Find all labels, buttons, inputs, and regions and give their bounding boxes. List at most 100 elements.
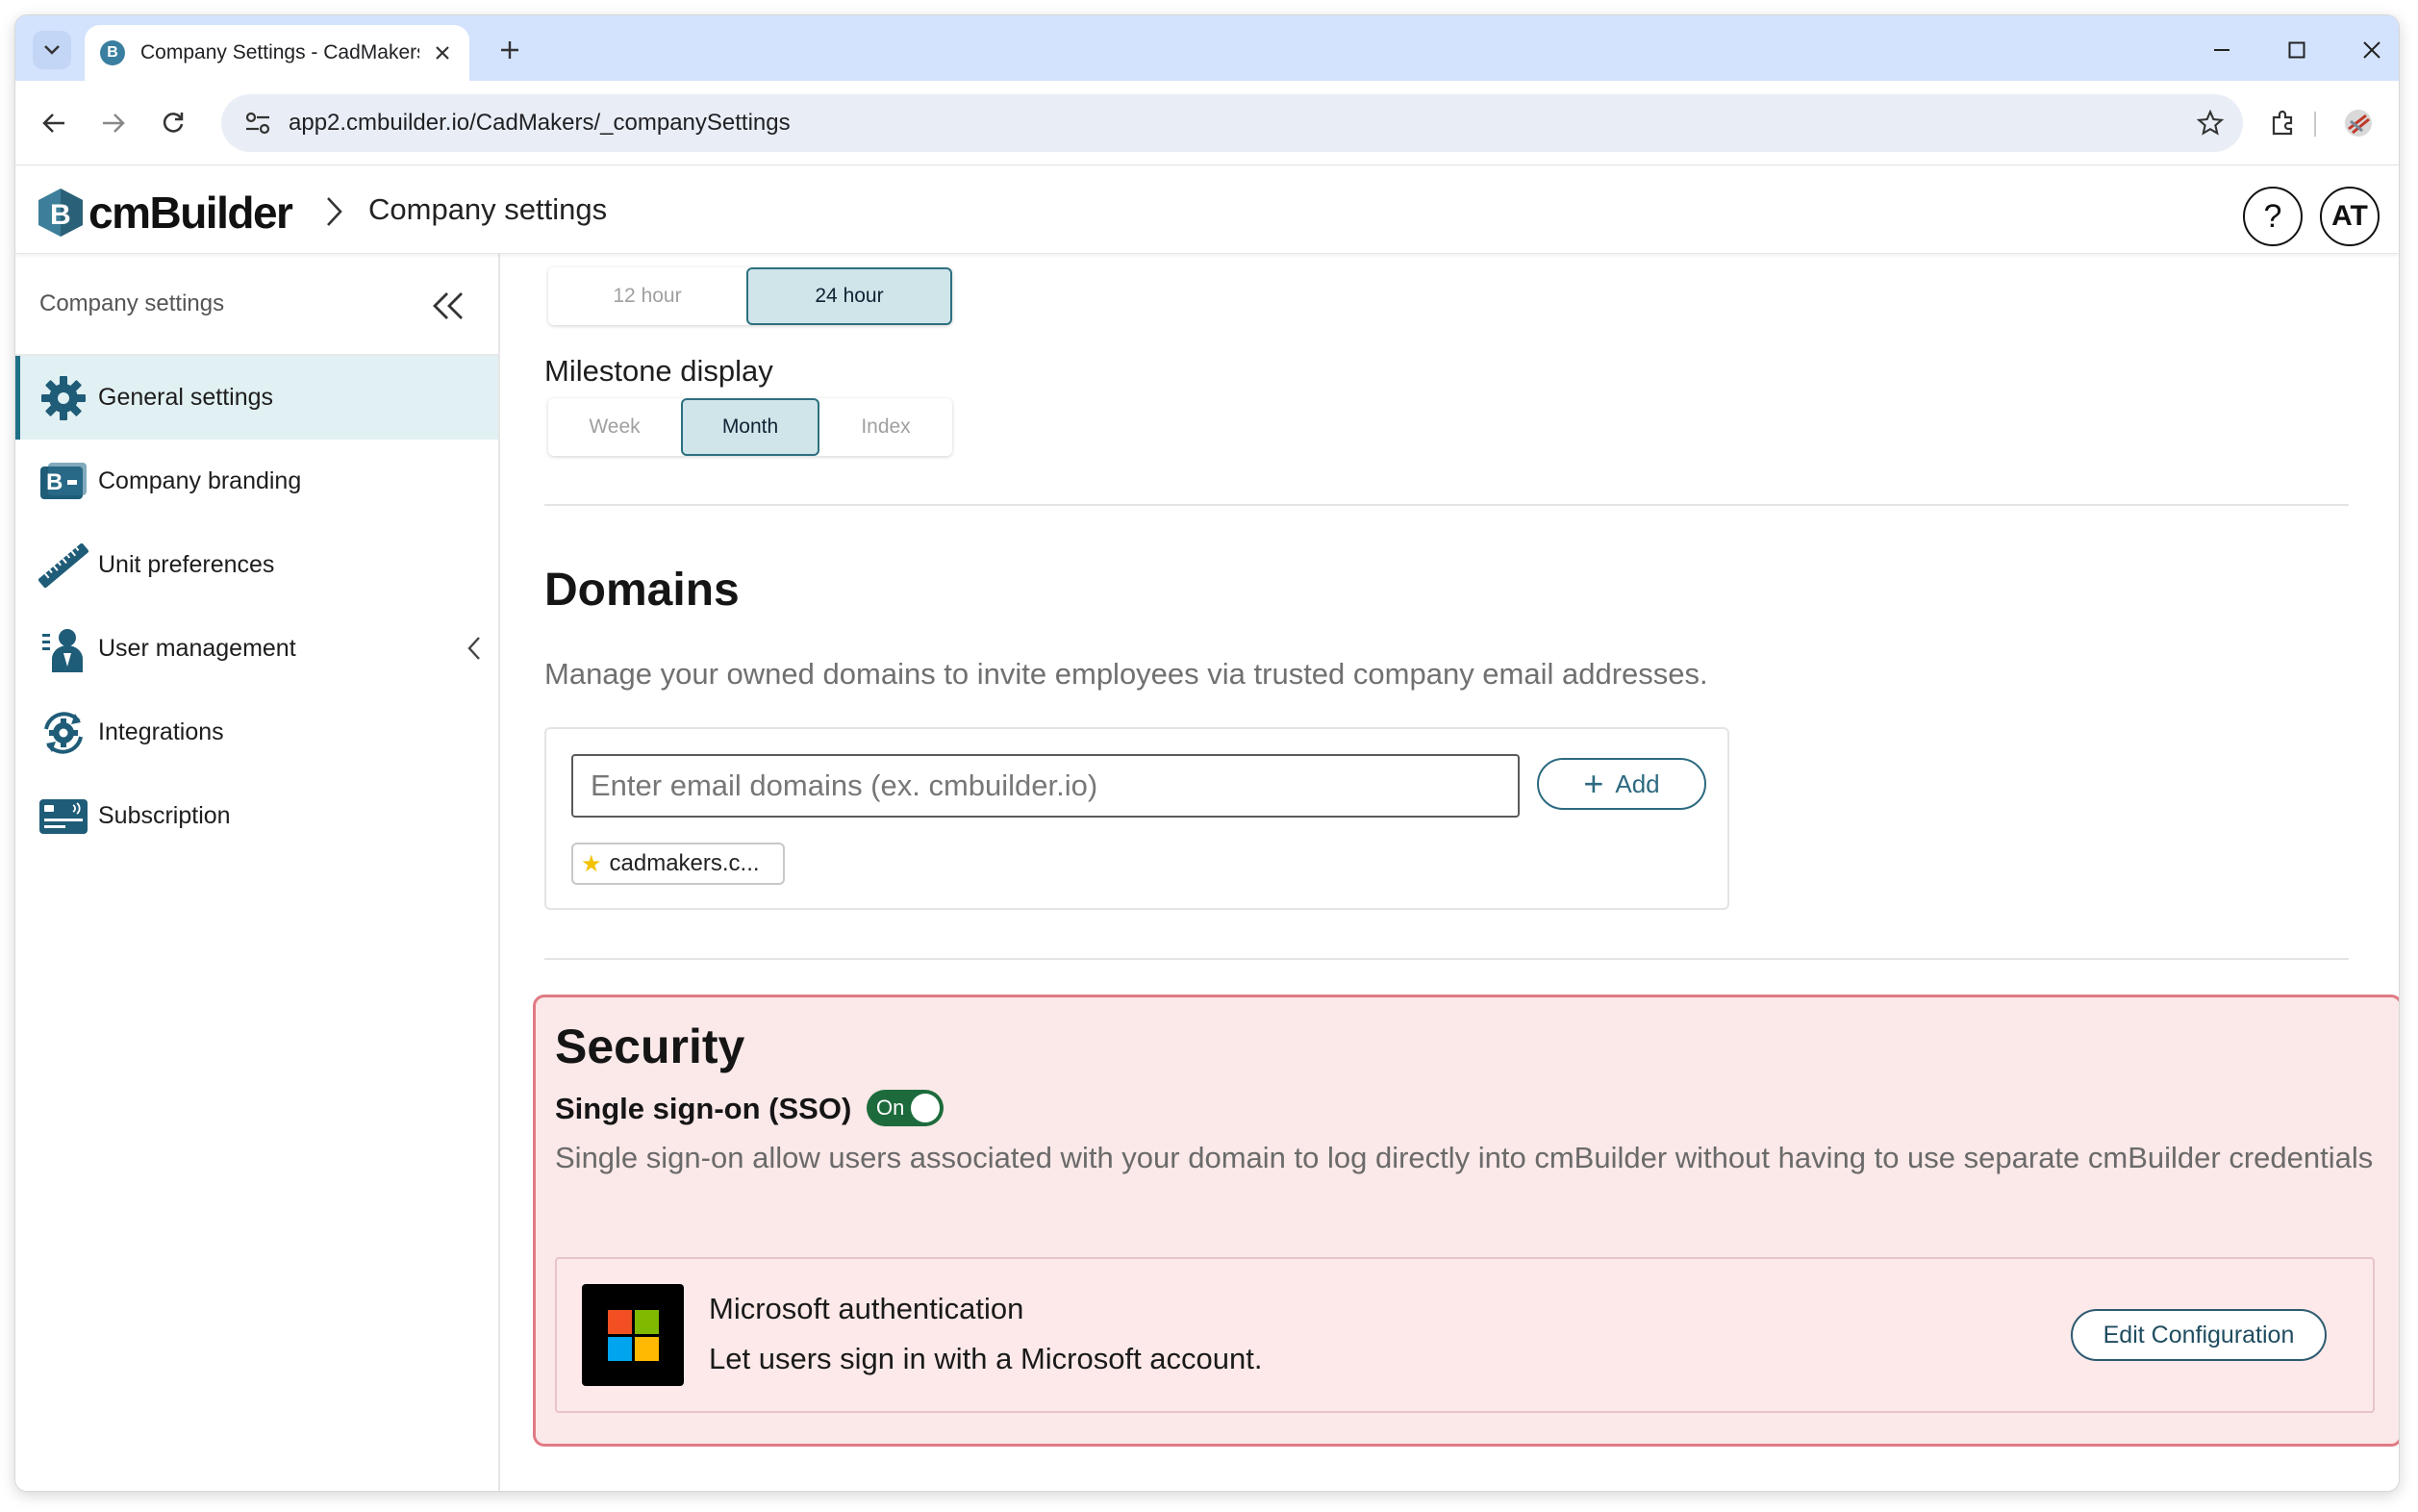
browser-window: B Company Settings - CadMakers app2.cmbu… bbox=[15, 15, 2399, 1491]
tab-title: Company Settings - CadMakers bbox=[140, 41, 419, 63]
minimize-button[interactable] bbox=[2201, 29, 2243, 71]
sidebar: Company settings General settings B Comp… bbox=[15, 254, 500, 1491]
section-divider bbox=[544, 504, 2349, 506]
security-title: Security bbox=[555, 1020, 745, 1073]
sidebar-item-label: Company branding bbox=[98, 467, 302, 494]
close-window-button[interactable] bbox=[2351, 29, 2393, 71]
milestone-display-label: Milestone display bbox=[544, 354, 773, 388]
clock-option-24-hour[interactable]: 24 hour bbox=[746, 267, 952, 325]
chevron-down-icon bbox=[44, 45, 60, 55]
users-icon bbox=[38, 624, 88, 674]
sso-description: Single sign-on allow users associated wi… bbox=[555, 1141, 2374, 1174]
avatar-initials: AT bbox=[2331, 200, 2368, 232]
logo-text: cmBuilder bbox=[88, 188, 293, 238]
reload-button[interactable] bbox=[152, 102, 194, 144]
tab-close-button[interactable] bbox=[431, 41, 454, 64]
double-chevron-left-icon bbox=[433, 292, 463, 319]
close-icon bbox=[2363, 41, 2380, 59]
cmbuilder-favicon-icon: B bbox=[100, 40, 125, 65]
branding-icon: B bbox=[38, 457, 88, 507]
sidebar-title: Company settings bbox=[39, 290, 225, 316]
domains-card: + Add ★ cadmakers.c... bbox=[544, 727, 1729, 910]
gear-icon bbox=[38, 373, 88, 423]
puzzle-icon bbox=[2272, 110, 2293, 136]
domain-chip[interactable]: ★ cadmakers.c... bbox=[571, 843, 785, 885]
sidebar-item-label: Integrations bbox=[98, 718, 224, 745]
sso-toggle[interactable]: On bbox=[867, 1090, 944, 1126]
milestone-display-selector: Week Month Index bbox=[548, 398, 952, 456]
star-icon bbox=[2197, 110, 2224, 136]
sidebar-header: Company settings bbox=[15, 254, 498, 356]
site-info-icon[interactable] bbox=[240, 106, 275, 140]
collapse-sidebar-button[interactable] bbox=[429, 287, 467, 325]
tab-search-button[interactable] bbox=[33, 31, 71, 69]
close-icon bbox=[436, 46, 449, 60]
sso-label: Single sign-on (SSO) bbox=[555, 1092, 852, 1125]
plus-icon: + bbox=[1583, 764, 1604, 803]
microsoft-auth-title: Microsoft authentication bbox=[709, 1292, 1024, 1325]
clock-option-12-hour[interactable]: 12 hour bbox=[548, 267, 746, 325]
forward-button[interactable] bbox=[92, 102, 135, 144]
minimize-icon bbox=[2214, 49, 2229, 51]
main-content: 12 hour 24 hour Milestone display Week M… bbox=[502, 254, 2399, 1491]
sidebar-item-label: Unit preferences bbox=[98, 551, 275, 578]
sidebar-item-subscription[interactable]: Subscription bbox=[15, 774, 498, 858]
address-bar[interactable]: app2.cmbuilder.io/CadMakers/_companySett… bbox=[221, 94, 2243, 152]
maximize-icon bbox=[2288, 41, 2305, 59]
toggle-knob bbox=[911, 1094, 940, 1122]
sidebar-item-general-settings[interactable]: General settings bbox=[15, 356, 498, 440]
integrations-icon bbox=[38, 708, 88, 758]
clock-type-selector: 12 hour 24 hour bbox=[548, 267, 952, 325]
breadcrumb-chevron-icon bbox=[327, 197, 342, 226]
domain-input[interactable] bbox=[571, 754, 1520, 818]
chevron-left-icon[interactable] bbox=[460, 632, 489, 665]
toolbar-divider bbox=[2314, 112, 2316, 137]
cmbuilder-logo[interactable]: B cmBuilder bbox=[37, 187, 293, 239]
profile-avatar-icon bbox=[2345, 110, 2372, 137]
browser-tab[interactable]: B Company Settings - CadMakers bbox=[85, 25, 469, 81]
sidebar-item-integrations[interactable]: Integrations bbox=[15, 691, 498, 774]
plus-icon bbox=[501, 41, 518, 59]
milestone-option-index[interactable]: Index bbox=[819, 398, 952, 456]
sidebar-item-user-management[interactable]: User management bbox=[15, 607, 498, 691]
domains-description: Manage your owned domains to invite empl… bbox=[544, 657, 1708, 691]
svg-text:B: B bbox=[50, 199, 71, 231]
add-domain-button[interactable]: + Add bbox=[1537, 758, 1706, 810]
maximize-button[interactable] bbox=[2276, 29, 2318, 71]
sidebar-item-unit-preferences[interactable]: Unit preferences bbox=[15, 523, 498, 607]
sidebar-item-label: General settings bbox=[98, 384, 274, 411]
browser-toolbar: app2.cmbuilder.io/CadMakers/_companySett… bbox=[15, 81, 2399, 165]
arrow-right-icon bbox=[103, 113, 125, 133]
sidebar-item-company-branding[interactable]: B Company branding bbox=[15, 440, 498, 523]
ruler-icon bbox=[38, 541, 88, 591]
extensions-button[interactable] bbox=[2262, 102, 2305, 144]
reload-icon bbox=[163, 113, 184, 133]
back-button[interactable] bbox=[33, 102, 75, 144]
add-domain-label: Add bbox=[1615, 769, 1660, 798]
milestone-option-week[interactable]: Week bbox=[548, 398, 681, 456]
sso-toggle-label: On bbox=[876, 1096, 905, 1120]
milestone-option-month[interactable]: Month bbox=[681, 398, 819, 456]
domains-title: Domains bbox=[544, 565, 740, 616]
url-text[interactable]: app2.cmbuilder.io/CadMakers/_companySett… bbox=[289, 110, 791, 137]
star-icon: ★ bbox=[581, 850, 602, 877]
card-icon bbox=[38, 792, 88, 842]
security-section: Security Single sign-on (SSO) On Single … bbox=[533, 995, 2399, 1447]
user-avatar-button[interactable]: AT bbox=[2320, 187, 2380, 246]
sidebar-item-label: User management bbox=[98, 635, 296, 662]
tab-strip: B Company Settings - CadMakers bbox=[15, 15, 2399, 81]
sidebar-item-label: Subscription bbox=[98, 802, 231, 829]
help-button[interactable]: ? bbox=[2243, 187, 2303, 246]
arrow-left-icon bbox=[42, 113, 64, 133]
microsoft-logo-icon bbox=[582, 1284, 684, 1386]
app-header: B cmBuilder Company settings ? AT bbox=[15, 165, 2399, 254]
new-tab-button[interactable] bbox=[491, 31, 529, 69]
microsoft-auth-subtitle: Let users sign in with a Microsoft accou… bbox=[709, 1342, 1263, 1375]
edit-configuration-button[interactable]: Edit Configuration bbox=[2071, 1309, 2327, 1361]
page-title: Company settings bbox=[368, 192, 608, 226]
domain-chip-label: cadmakers.c... bbox=[609, 850, 760, 876]
logo-hexagon-icon: B bbox=[38, 189, 83, 237]
bookmark-star-button[interactable] bbox=[2195, 108, 2226, 139]
help-icon: ? bbox=[2263, 197, 2282, 235]
profile-button[interactable] bbox=[2337, 102, 2380, 144]
